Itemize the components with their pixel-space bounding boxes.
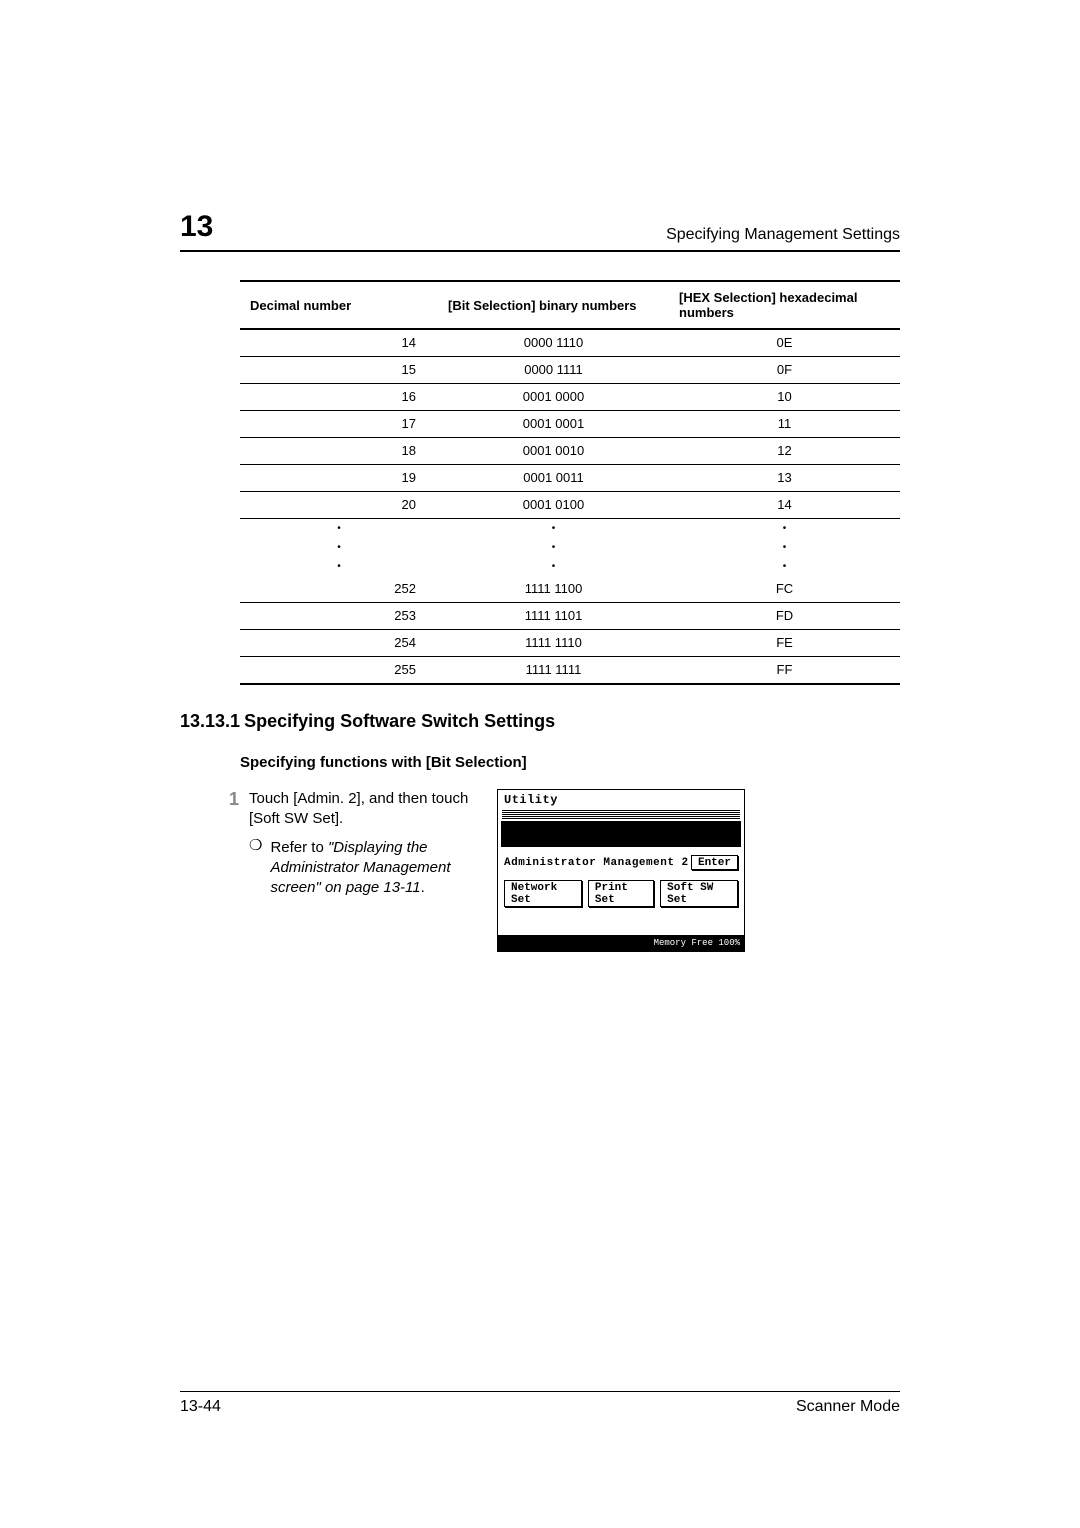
- table-row: 180001 001012: [240, 438, 900, 465]
- section-title: Specifying Software Switch Settings: [244, 711, 555, 732]
- table-row: 160001 000010: [240, 384, 900, 411]
- lcd-decor: [502, 809, 740, 819]
- col-hex: [HEX Selection] hexadecimal numbers: [669, 281, 900, 329]
- table-row: 140000 11100E: [240, 329, 900, 357]
- lcd-title: Utility: [498, 790, 744, 809]
- table-row: 170001 000111: [240, 411, 900, 438]
- step-number: 1: [225, 789, 239, 810]
- table-ellipsis-row: •••: [240, 538, 900, 557]
- step-instruction: Touch [Admin. 2], and then touch [Soft S…: [249, 789, 479, 830]
- table-row: 2521111 1100FC: [240, 576, 900, 603]
- enter-button[interactable]: Enter: [691, 855, 738, 870]
- section-heading: 13.13.1 Specifying Software Switch Setti…: [180, 711, 900, 732]
- footer-mode: Scanner Mode: [796, 1398, 900, 1416]
- table-row: 200001 010014: [240, 492, 900, 519]
- print-set-button[interactable]: Print Set: [588, 880, 654, 907]
- network-set-button[interactable]: Network Set: [504, 880, 582, 907]
- table-row: 2531111 1101FD: [240, 603, 900, 630]
- page-footer: 13-44 Scanner Mode: [180, 1391, 900, 1416]
- col-decimal: Decimal number: [240, 281, 438, 329]
- table-row: 2541111 1110FE: [240, 630, 900, 657]
- memory-free-label: Memory Free 100%: [654, 939, 740, 948]
- table-ellipsis-row: •••: [240, 557, 900, 576]
- note-bullet-icon: ❍: [249, 838, 262, 899]
- page-number: 13-44: [180, 1398, 221, 1416]
- chapter-number: 13: [180, 210, 213, 244]
- page-header: 13 Specifying Management Settings: [180, 210, 900, 252]
- table-row: 150000 11110F: [240, 357, 900, 384]
- step-note: Refer to "Displaying the Administrator M…: [270, 838, 479, 899]
- subsection-heading: Specifying functions with [Bit Selection…: [240, 754, 900, 771]
- lcd-screen-label: Administrator Management 2: [504, 857, 689, 869]
- table-row: 2551111 1111FF: [240, 657, 900, 685]
- conversion-table: Decimal number [Bit Selection] binary nu…: [240, 280, 900, 685]
- col-binary: [Bit Selection] binary numbers: [438, 281, 669, 329]
- section-number: 13.13.1: [180, 711, 240, 732]
- soft-sw-set-button[interactable]: Soft SW Set: [660, 880, 738, 907]
- lcd-screenshot: Utility Administrator Management 2 Enter…: [497, 789, 745, 952]
- lcd-decor: [501, 821, 741, 847]
- header-title: Specifying Management Settings: [213, 226, 900, 244]
- table-row: 190001 001113: [240, 465, 900, 492]
- table-ellipsis-row: •••: [240, 519, 900, 539]
